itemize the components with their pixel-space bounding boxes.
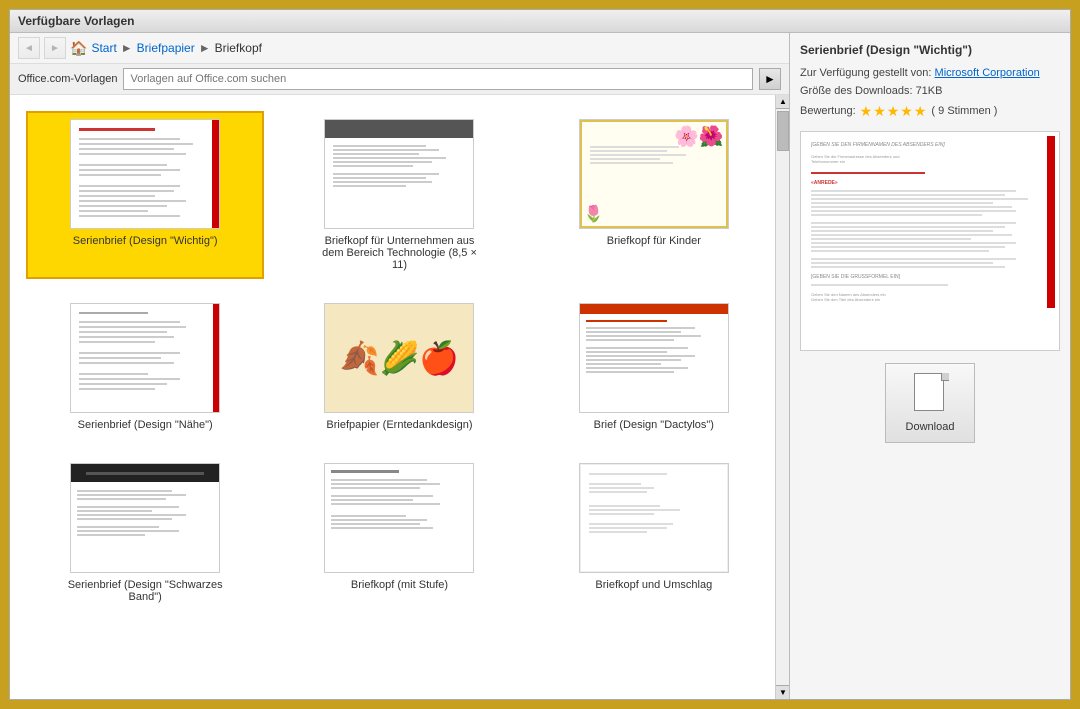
download-label: Download <box>906 421 955 433</box>
detail-title: Serienbrief (Design "Wichtig") <box>800 43 1060 57</box>
template-label-nahe: Serienbrief (Design "Nähe") <box>78 419 213 431</box>
template-label-wichtig: Serienbrief (Design "Wichtig") <box>73 235 218 247</box>
search-input[interactable] <box>123 68 753 90</box>
download-icon <box>912 373 948 417</box>
preview-box: [GEBEN SIE DEN FIRMENNAMEN DES ABSENDERS… <box>800 131 1060 351</box>
template-thumb-schwarzes <box>70 463 220 573</box>
template-thumb-dactylos <box>579 303 729 413</box>
document-body <box>914 373 944 411</box>
templates-grid: Serienbrief (Design "Wichtig") <box>10 95 789 627</box>
template-label-kinder: Briefkopf für Kinder <box>607 235 701 247</box>
scroll-up-button[interactable]: ▲ <box>776 95 789 109</box>
template-item-dactylos[interactable]: Brief (Design "Dactylos") <box>535 295 773 439</box>
scroll-thumb[interactable] <box>777 111 789 151</box>
template-label-tech: Briefkopf für Unternehmen aus dem Bereic… <box>319 235 479 271</box>
home-icon: 🏠 <box>70 40 87 57</box>
left-panel: ◄ ► 🏠 Start ► Briefpapier ► Briefkopf Of… <box>10 33 790 699</box>
template-thumb-nahe <box>70 303 220 413</box>
template-thumb-wichtig <box>70 119 220 229</box>
nav-bar: ◄ ► 🏠 Start ► Briefpapier ► Briefkopf <box>10 33 789 64</box>
title-bar: Verfügbare Vorlagen <box>10 10 1070 33</box>
scroll-down-button[interactable]: ▼ <box>776 685 789 699</box>
download-button[interactable]: Download <box>885 363 975 443</box>
template-label-schwarzes: Serienbrief (Design "Schwarzes Band") <box>65 579 225 603</box>
template-thumb-tech <box>324 119 474 229</box>
breadcrumb-briefpapier[interactable]: Briefpapier <box>137 41 195 55</box>
back-button[interactable]: ◄ <box>18 37 40 59</box>
provider-link[interactable]: Microsoft Corporation <box>935 67 1040 79</box>
forward-button[interactable]: ► <box>44 37 66 59</box>
rating-label: Bewertung: <box>800 103 856 121</box>
search-go-button[interactable]: ► <box>759 68 781 90</box>
template-thumb-kinder: 🌸🌺 🌷 <box>579 119 729 229</box>
scrollbar[interactable]: ▲ ▼ <box>775 95 789 699</box>
size-value: 71KB <box>916 85 943 97</box>
size-label: Größe des Downloads: <box>800 85 913 97</box>
template-item-wichtig[interactable]: Serienbrief (Design "Wichtig") <box>26 111 264 279</box>
title: Verfügbare Vorlagen <box>18 14 134 28</box>
search-section-label: Office.com-Vorlagen <box>18 73 117 85</box>
download-button-area: Download <box>800 363 1060 443</box>
provider-label: Zur Verfügung gestellt von: <box>800 67 931 79</box>
preview-content: [GEBEN SIE DEN FIRMENNAMEN DES ABSENDERS… <box>805 136 1055 308</box>
template-thumb-stufe <box>324 463 474 573</box>
template-label-stufe: Briefkopf (mit Stufe) <box>351 579 448 591</box>
search-bar: Office.com-Vorlagen ► <box>10 64 789 95</box>
breadcrumb: Start ► Briefpapier ► Briefkopf <box>91 41 262 55</box>
detail-info: Zur Verfügung gestellt von: Microsoft Co… <box>800 65 1060 123</box>
template-label-ernte: Briefpapier (Erntedankdesign) <box>326 419 472 431</box>
template-item-umschlag[interactable]: Briefkopf und Umschlag <box>535 455 773 611</box>
template-item-kinder[interactable]: 🌸🌺 🌷 <box>535 111 773 279</box>
stars: ★★★★★ <box>860 100 928 122</box>
breadcrumb-briefkopf: Briefkopf <box>215 41 262 55</box>
breadcrumb-start[interactable]: Start <box>91 41 116 55</box>
template-item-nahe[interactable]: Serienbrief (Design "Nähe") <box>26 295 264 439</box>
template-label-dactylos: Brief (Design "Dactylos") <box>594 419 714 431</box>
template-label-umschlag: Briefkopf und Umschlag <box>595 579 712 591</box>
template-item-schwarzes[interactable]: Serienbrief (Design "Schwarzes Band") <box>26 455 264 611</box>
template-thumb-ernte: 🍂🌽🍎 <box>324 303 474 413</box>
template-item-stufe[interactable]: Briefkopf (mit Stufe) <box>280 455 518 611</box>
template-thumb-umschlag <box>579 463 729 573</box>
votes: ( 9 Stimmen ) <box>931 103 997 121</box>
document-fold <box>941 373 949 381</box>
template-item-ernte[interactable]: 🍂🌽🍎 Briefpapier (Erntedankdesign) <box>280 295 518 439</box>
preview-image: [GEBEN SIE DEN FIRMENNAMEN DES ABSENDERS… <box>805 136 1055 346</box>
right-panel: Serienbrief (Design "Wichtig") Zur Verfü… <box>790 33 1070 699</box>
preview-red-bar <box>1047 136 1055 308</box>
template-item-tech[interactable]: Briefkopf für Unternehmen aus dem Bereic… <box>280 111 518 279</box>
templates-grid-wrapper: Serienbrief (Design "Wichtig") <box>10 95 789 699</box>
